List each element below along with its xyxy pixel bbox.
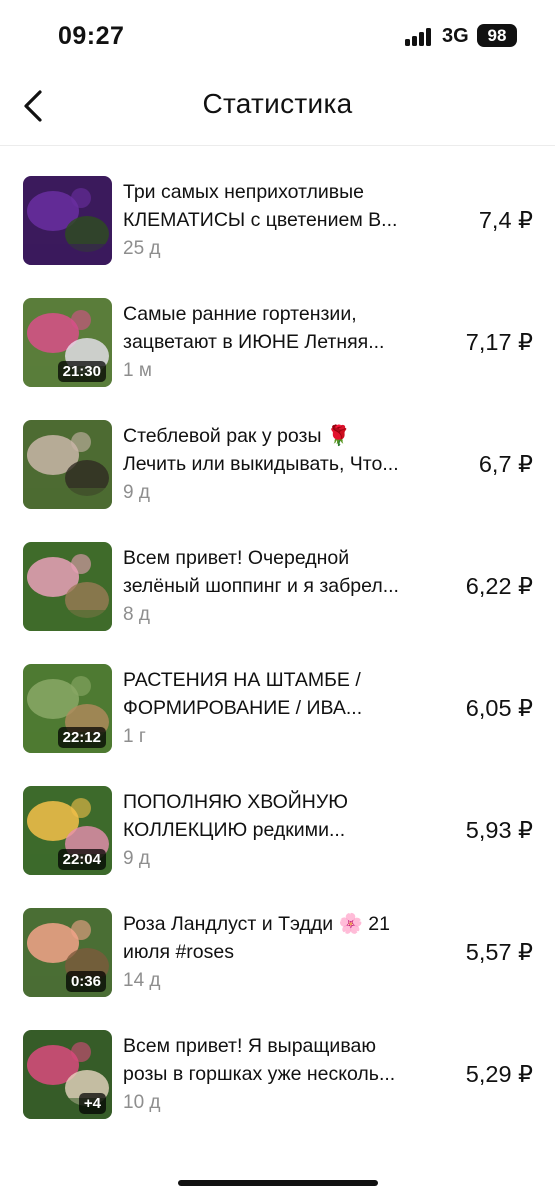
video-list-item[interactable]: Стеблевой рак у розы 🌹 Лечить или выкидыв… [0, 420, 555, 542]
video-title-line: розы в горшках уже несколь... [123, 1063, 396, 1085]
status-time: 09:27 [58, 22, 125, 50]
video-list: Три самых неприхотливые КЛЕМАТИСЫ с цвете… [0, 146, 555, 1152]
video-earnings: 7,17 ₽ [465, 329, 533, 355]
video-title: ПОПОЛНЯЮ ХВОЙНУЮ КОЛЛЕКЦИЮ редкими... [123, 788, 438, 844]
video-age: 25 д [123, 238, 161, 259]
video-title-line: РАСТЕНИЯ НА ШТАМБЕ / [123, 669, 361, 691]
video-age: 9 д [123, 848, 150, 869]
video-title-line: КОЛЛЕКЦИЮ редкими... [123, 819, 346, 841]
battery-icon: 98 [477, 24, 517, 47]
video-title: Всем привет! Я выращиваю розы в горшках у… [123, 1032, 438, 1088]
video-title-line: ПОПОЛНЯЮ ХВОЙНУЮ [123, 791, 348, 813]
cellular-signal-icon [405, 28, 435, 46]
video-age: 9 д [123, 482, 150, 503]
video-list-item[interactable]: Три самых неприхотливые КЛЕМАТИСЫ с цвете… [0, 176, 555, 298]
video-title-line: зацветают в ИЮНЕ Летняя... [123, 331, 385, 353]
video-earnings: 6,05 ₽ [465, 695, 533, 721]
home-indicator[interactable] [178, 1180, 378, 1186]
video-title: Стеблевой рак у розы 🌹 Лечить или выкидыв… [123, 422, 438, 478]
video-thumbnail [23, 176, 112, 265]
video-thumbnail [23, 542, 112, 631]
video-list-item[interactable]: 0:36 Роза Ландлуст и Тэдди 🌸 21 июля #rose… [0, 908, 555, 1030]
video-title-line: Стеблевой рак у розы 🌹 [123, 425, 352, 447]
video-age: 1 м [123, 360, 152, 381]
video-earnings: 6,7 ₽ [478, 451, 533, 477]
video-age: 1 г [123, 726, 146, 747]
video-title-line: Роза Ландлуст и Тэдди 🌸 21 [123, 913, 390, 935]
video-thumbnail [23, 420, 112, 509]
video-thumbnail: +4 [23, 1030, 112, 1119]
video-thumbnail: 0:36 [23, 908, 112, 997]
video-list-item[interactable]: +4 Всем привет! Я выращиваю розы в горшках… [0, 1030, 555, 1152]
video-age: 10 д [123, 1092, 161, 1113]
video-title: Три самых неприхотливые КЛЕМАТИСЫ с цвете… [123, 178, 438, 234]
video-thumbnail: 22:12 [23, 664, 112, 753]
video-earnings: 5,29 ₽ [465, 1061, 533, 1087]
video-title: Самые ранние гортензии, зацветают в ИЮНЕ … [123, 300, 438, 356]
video-title-line: Всем привет! Я выращиваю [123, 1035, 376, 1057]
video-list-item[interactable]: 21:30 Самые ранние гортензии, зацветают в … [0, 298, 555, 420]
network-type: 3G [442, 25, 469, 47]
video-title: РАСТЕНИЯ НА ШТАМБЕ / ФОРМИРОВАНИЕ / ИВА..… [123, 666, 438, 722]
video-earnings: 6,22 ₽ [465, 573, 533, 599]
video-earnings: 5,93 ₽ [465, 817, 533, 843]
video-age: 8 д [123, 604, 150, 625]
video-title: Всем привет! Очередной зелёный шоппинг и … [123, 544, 438, 600]
video-duration-badge: 22:04 [57, 849, 106, 870]
status-bar: 09:27 3G 98 [0, 0, 555, 70]
video-title-line: Лечить или выкидывать, Что... [123, 453, 399, 475]
video-earnings: 7,4 ₽ [478, 207, 533, 233]
video-duration-badge: 21:30 [57, 361, 106, 382]
video-title-line: КЛЕМАТИСЫ с цветением В... [123, 209, 398, 231]
video-thumbnail: 22:04 [23, 786, 112, 875]
video-title-line: ФОРМИРОВАНИЕ / ИВА... [123, 697, 363, 719]
video-title-line: Всем привет! Очередной [123, 547, 350, 569]
video-list-item[interactable]: Всем привет! Очередной зелёный шоппинг и … [0, 542, 555, 664]
video-title-line: Три самых неприхотливые [123, 181, 365, 203]
video-title-line: июля #roses [123, 941, 234, 963]
video-thumbnail: 21:30 [23, 298, 112, 387]
page-title: Статистика [202, 88, 353, 119]
video-list-item[interactable]: 22:12 РАСТЕНИЯ НА ШТАМБЕ / ФОРМИРОВАНИЕ / … [0, 664, 555, 786]
video-duration-badge: 22:12 [57, 727, 106, 748]
video-title-line: Самые ранние гортензии, [123, 303, 357, 325]
video-title-line: зелёный шоппинг и я забрел... [123, 575, 399, 597]
video-duration-badge: +4 [78, 1093, 106, 1114]
video-list-item[interactable]: 22:04 ПОПОЛНЯЮ ХВОЙНУЮ КОЛЛЕКЦИЮ редкими..… [0, 786, 555, 908]
video-title: Роза Ландлуст и Тэдди 🌸 21 июля #roses [123, 910, 438, 966]
video-earnings: 5,57 ₽ [465, 939, 533, 965]
video-duration-badge: 0:36 [65, 971, 106, 992]
nav-bar: Статистика [0, 70, 555, 146]
video-age: 14 д [123, 970, 161, 991]
